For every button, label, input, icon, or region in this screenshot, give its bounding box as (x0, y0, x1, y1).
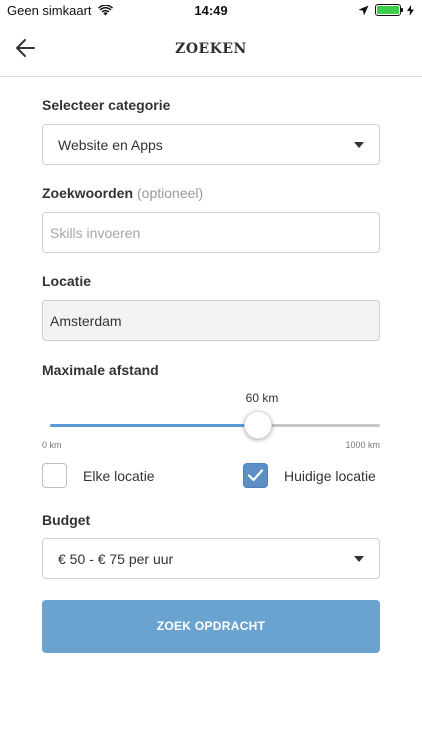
budget-value: € 50 - € 75 per uur (58, 551, 174, 567)
budget-label: Budget (42, 512, 91, 528)
distance-min-label: 0 km (42, 440, 62, 450)
page-title: ZOEKEN (175, 41, 247, 57)
keywords-optional-text: (optioneel) (137, 185, 204, 201)
current-location-label: Huidige locatie (284, 468, 376, 484)
distance-slider-track[interactable] (50, 424, 380, 427)
category-select[interactable]: Website en Apps (42, 124, 380, 165)
location-label: Locatie (42, 273, 92, 289)
status-bar: Geen simkaart 14:49 (0, 0, 422, 22)
current-location-checkbox[interactable] (243, 463, 268, 488)
distance-slider-fill (50, 424, 258, 427)
distance-value: 60 km (245, 391, 279, 405)
location-input[interactable] (43, 301, 379, 340)
caret-down-icon (354, 142, 364, 148)
battery-level (377, 6, 399, 14)
distance-slider-thumb[interactable] (243, 411, 272, 439)
bolt-icon (407, 4, 414, 16)
keywords-label: Zoekwoorden (optioneel) (42, 185, 203, 201)
budget-select[interactable]: € 50 - € 75 per uur (42, 538, 380, 579)
checkmark-icon (247, 469, 264, 482)
nav-bar: ZOEKEN (0, 22, 422, 77)
location-field (42, 300, 380, 341)
keywords-label-text: Zoekwoorden (42, 185, 134, 201)
keywords-input[interactable] (43, 213, 379, 252)
category-label: Selecteer categorie (42, 97, 171, 113)
keywords-field (42, 212, 380, 253)
search-assignment-button[interactable]: ZOEK OPDRACHT (42, 600, 380, 653)
distance-label: Maximale afstand (42, 362, 159, 378)
any-location-label: Elke locatie (83, 468, 155, 484)
caret-down-icon (354, 556, 364, 562)
distance-max-label: 1000 km (345, 440, 380, 450)
status-right (358, 4, 414, 16)
location-arrow-icon (358, 5, 369, 15)
any-location-checkbox[interactable] (42, 463, 67, 488)
category-value: Website en Apps (58, 137, 163, 153)
battery-icon (375, 4, 403, 16)
